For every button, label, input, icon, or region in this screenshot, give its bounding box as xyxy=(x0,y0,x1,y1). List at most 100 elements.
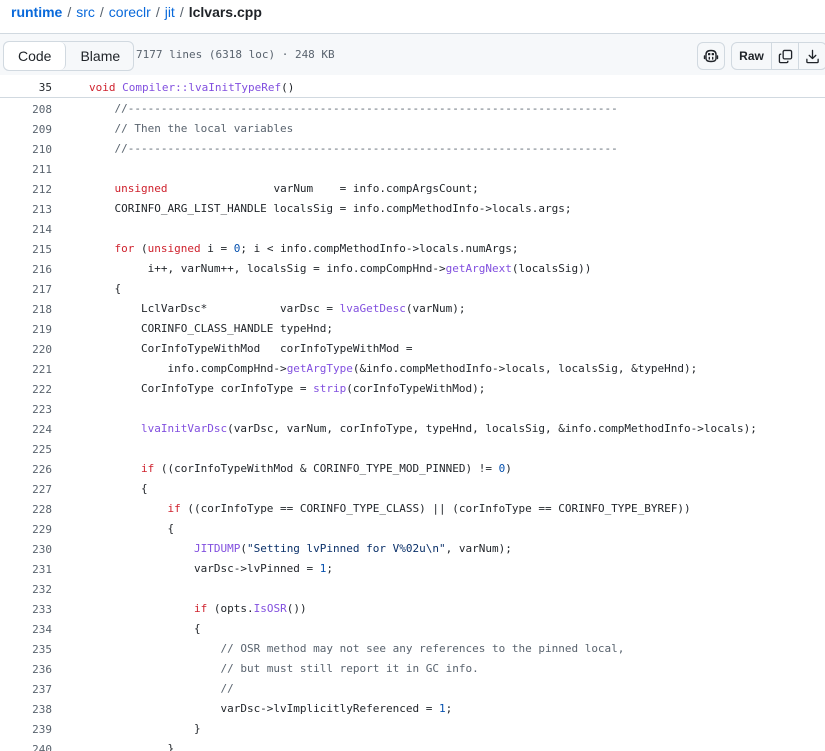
line-code: varDsc->lvImplicitlyReferenced = 1; xyxy=(88,703,452,715)
code-line: 225 xyxy=(0,439,825,459)
code-token: ( xyxy=(134,242,148,255)
code-token: i = xyxy=(200,242,234,255)
code-token: varDsc->lvImplicitlyReferenced = xyxy=(88,702,439,715)
code-token: (opts. xyxy=(207,602,254,615)
line-code: { xyxy=(88,523,174,535)
line-code: if ((corInfoType == CORINFO_TYPE_CLASS) … xyxy=(88,502,690,515)
code-token: } xyxy=(88,742,175,751)
line-number[interactable]: 210 xyxy=(0,143,52,156)
copy-icon xyxy=(778,49,792,63)
breadcrumb-src-link[interactable]: src xyxy=(76,4,95,20)
code-token: i++, varNum++, localsSig = info.compComp… xyxy=(88,262,446,275)
line-number[interactable]: 220 xyxy=(0,343,52,356)
line-code: if (opts.IsOSR()) xyxy=(88,603,307,615)
line-number[interactable]: 233 xyxy=(0,603,52,616)
line-number[interactable]: 237 xyxy=(0,683,52,696)
breadcrumb-jit-link[interactable]: jit xyxy=(165,4,175,20)
line-number[interactable]: 223 xyxy=(0,403,52,416)
line-number[interactable]: 213 xyxy=(0,203,52,216)
line-number[interactable]: 234 xyxy=(0,623,52,636)
code-line: 211 xyxy=(0,159,825,179)
line-number[interactable]: 236 xyxy=(0,663,52,676)
line-number[interactable]: 216 xyxy=(0,263,52,276)
line-number[interactable]: 218 xyxy=(0,303,52,316)
code-token: if xyxy=(88,502,181,515)
file-toolbar: Code Blame 7177 lines (6318 loc) · 248 K… xyxy=(0,33,825,75)
download-raw-button[interactable] xyxy=(799,43,825,69)
code-line: 215 for (unsigned i = 0; i < info.compMe… xyxy=(0,239,825,259)
line-number[interactable]: 228 xyxy=(0,503,52,516)
breadcrumb: runtime / src / coreclr / jit / lclvars.cpp xyxy=(11,3,262,21)
code-token: CorInfoTypeWithMod corInfoTypeWithMod = xyxy=(88,342,413,355)
line-number[interactable]: 235 xyxy=(0,643,52,656)
code-token: CORINFO_CLASS_HANDLE typeHnd; xyxy=(88,322,334,335)
code-tab[interactable]: Code xyxy=(4,42,67,70)
code-line: 227 { xyxy=(0,479,825,499)
code-token: { xyxy=(88,522,175,535)
code-token: for xyxy=(88,242,135,255)
breadcrumb-coreclr-link[interactable]: coreclr xyxy=(109,4,151,20)
code-line: 221 info.compCompHnd->getArgType(&info.c… xyxy=(0,359,825,379)
raw-button[interactable]: Raw xyxy=(732,43,772,69)
line-number[interactable]: 214 xyxy=(0,223,52,236)
line-number[interactable]: 225 xyxy=(0,443,52,456)
line-code: i++, varNum++, localsSig = info.compComp… xyxy=(88,262,592,275)
line-code: info.compCompHnd->getArgType(&info.compM… xyxy=(88,363,697,375)
line-number[interactable]: 238 xyxy=(0,703,52,716)
code-token: { xyxy=(88,282,122,295)
line-number[interactable]: 219 xyxy=(0,323,52,336)
line-number[interactable]: 227 xyxy=(0,483,52,496)
code-token: JITDUMP xyxy=(88,542,241,555)
line-code: CorInfoTypeWithMod corInfoTypeWithMod = xyxy=(88,343,413,355)
line-number[interactable]: 240 xyxy=(0,743,52,751)
line-code: // xyxy=(88,683,233,695)
code-token: ; i < info.compMethodInfo->locals.numArg… xyxy=(240,242,519,255)
line-number[interactable]: 226 xyxy=(0,463,52,476)
breadcrumb-separator: / xyxy=(99,4,104,20)
code-line: 228 if ((corInfoType == CORINFO_TYPE_CLA… xyxy=(0,499,825,519)
code-token: // OSR method may not see any references… xyxy=(88,642,625,655)
code-token: // Then the local variables xyxy=(88,122,294,135)
line-code: if ((corInfoTypeWithMod & CORINFO_TYPE_M… xyxy=(88,463,512,475)
line-code: CORINFO_CLASS_HANDLE typeHnd; xyxy=(88,323,333,335)
line-number[interactable]: 209 xyxy=(0,123,52,136)
line-number[interactable]: 224 xyxy=(0,423,52,436)
code-token: if xyxy=(88,602,208,615)
line-number[interactable]: 231 xyxy=(0,563,52,576)
breadcrumb-separator: / xyxy=(67,4,72,20)
code-token: () xyxy=(281,81,295,94)
line-number[interactable]: 215 xyxy=(0,243,52,256)
code-token: "Setting lvPinned for V%02u\n" xyxy=(246,542,446,555)
code-token: ; xyxy=(445,702,453,715)
blame-tab[interactable]: Blame xyxy=(66,42,133,70)
line-number[interactable]: 217 xyxy=(0,283,52,296)
code-token: CorInfoType corInfoType = xyxy=(88,382,314,395)
line-number[interactable]: 239 xyxy=(0,723,52,736)
code-line: 223 xyxy=(0,399,825,419)
line-number[interactable]: 222 xyxy=(0,383,52,396)
copy-raw-button[interactable] xyxy=(772,43,799,69)
code-token: ) xyxy=(505,462,512,475)
code-token: lvaInitVarDsc xyxy=(88,422,228,435)
line-number[interactable]: 212 xyxy=(0,183,52,196)
line-number[interactable]: 221 xyxy=(0,363,52,376)
line-number[interactable]: 208 xyxy=(0,103,52,116)
breadcrumb-repo-link[interactable]: runtime xyxy=(11,4,62,20)
code-token: lvaGetDesc xyxy=(339,302,406,315)
line-code: { xyxy=(88,283,121,295)
line-code: LclVarDsc* varDsc = lvaGetDesc(varNum); xyxy=(88,303,466,315)
code-token: , varNum); xyxy=(445,542,512,555)
line-number[interactable]: 229 xyxy=(0,523,52,536)
line-number[interactable]: 230 xyxy=(0,543,52,556)
line-code: // Then the local variables xyxy=(88,123,293,135)
sticky-scope-header[interactable]: 35 void Compiler::lvaInitTypeRef() xyxy=(0,76,825,98)
line-number[interactable]: 211 xyxy=(0,163,52,176)
file-info: 7177 lines (6318 loc) · 248 KB xyxy=(136,48,335,61)
code-line: 235 // OSR method may not see any refere… xyxy=(0,639,825,659)
line-number[interactable]: 232 xyxy=(0,583,52,596)
line-code: for (unsigned i = 0; i < info.compMethod… xyxy=(88,242,519,255)
copilot-button[interactable] xyxy=(697,42,725,70)
code-view: 208 //----------------------------------… xyxy=(0,99,825,751)
code-line: 226 if ((corInfoTypeWithMod & CORINFO_TY… xyxy=(0,459,825,479)
code-line: 232 xyxy=(0,579,825,599)
